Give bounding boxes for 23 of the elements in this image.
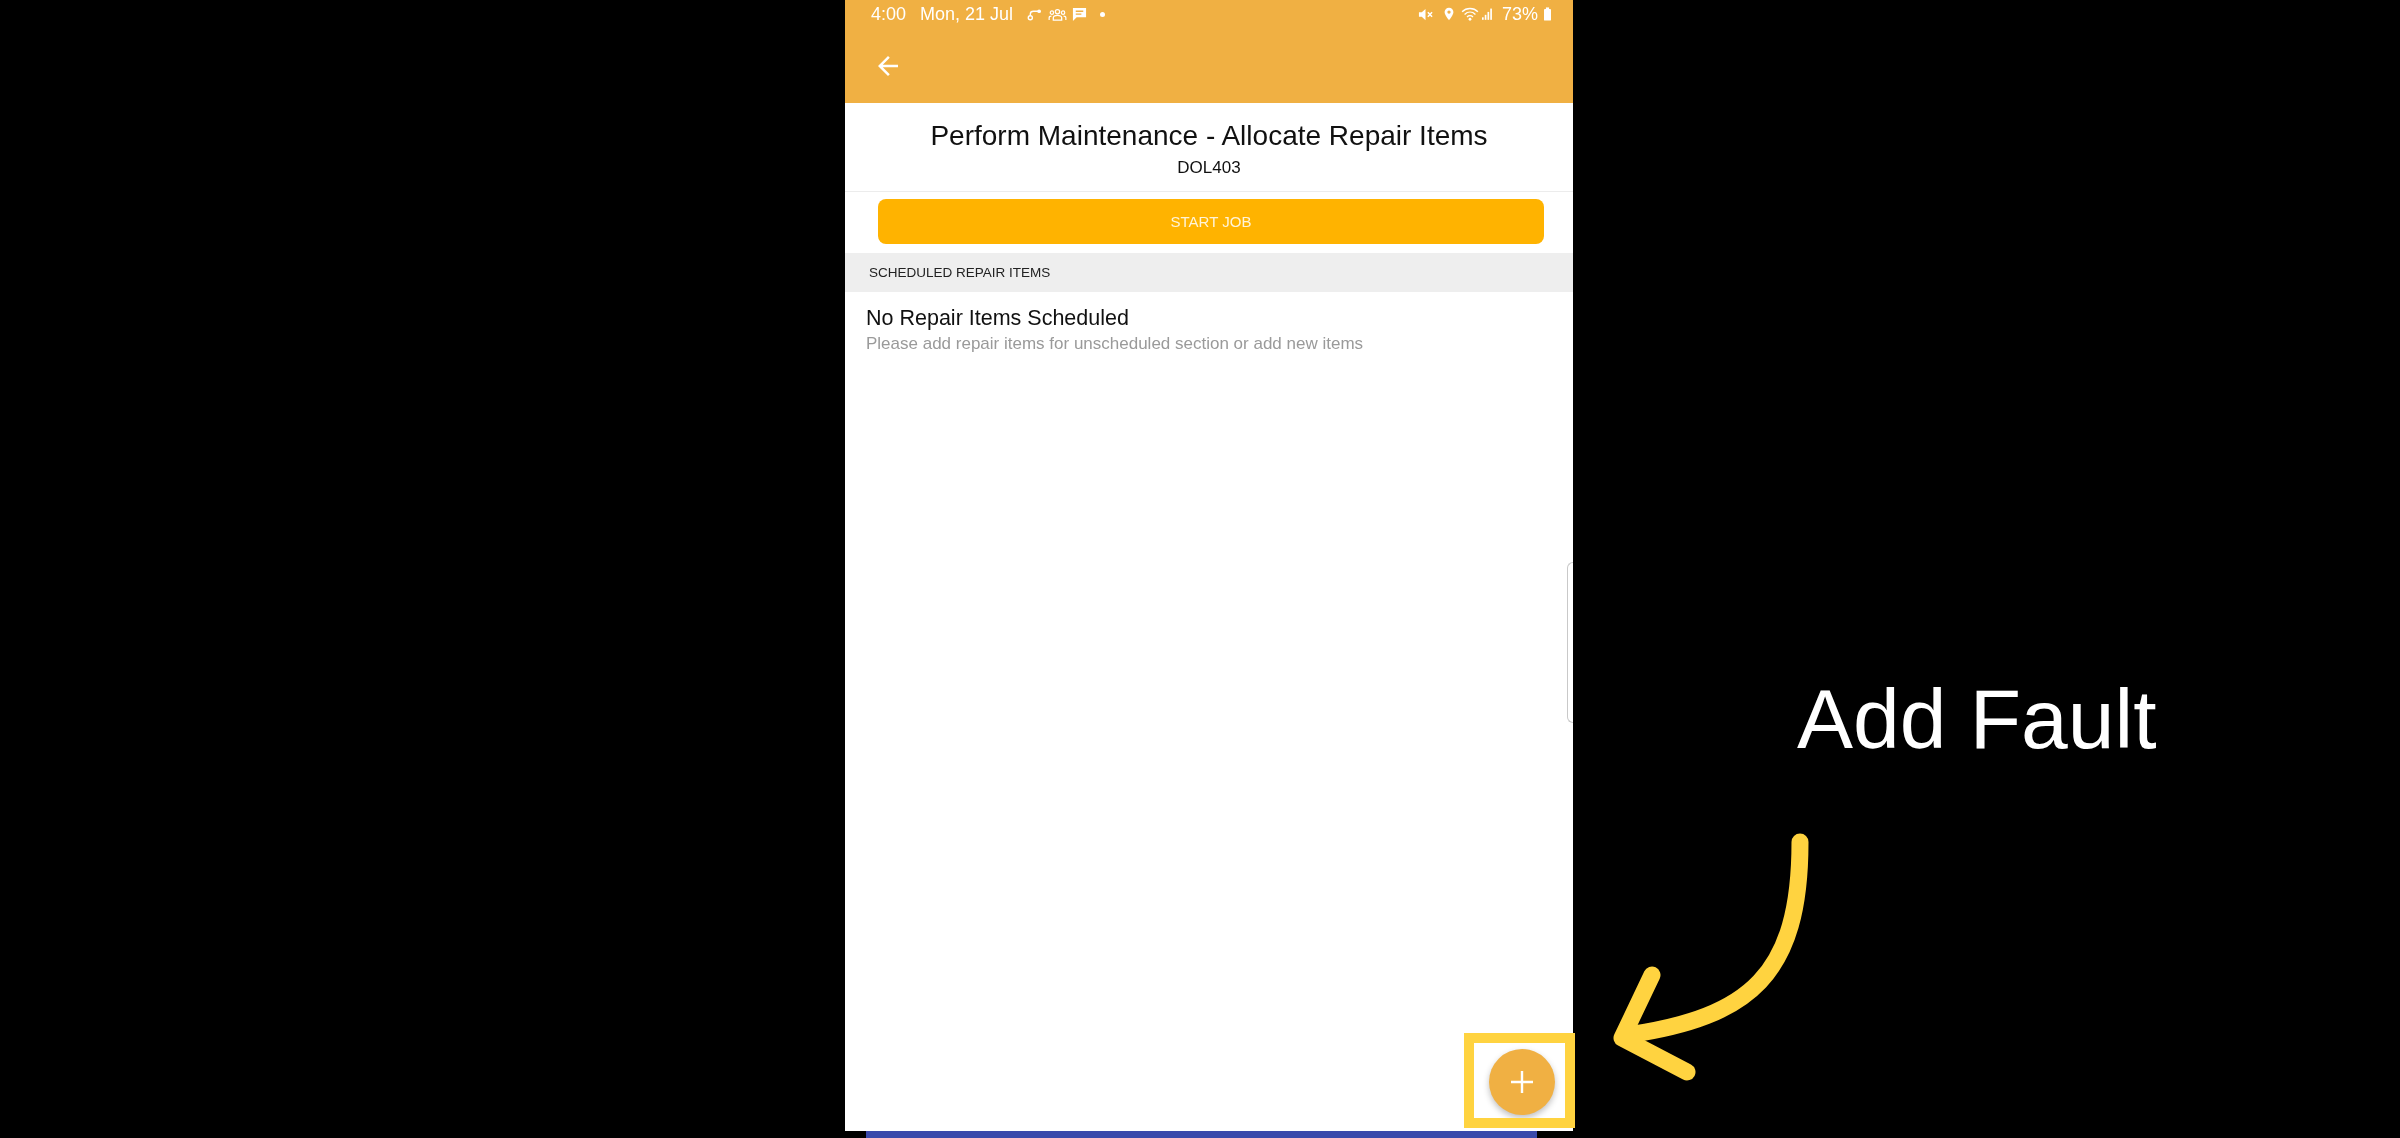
battery-icon [1544,7,1551,21]
battery-percent: 73% [1501,3,1538,25]
vehicle-code: DOL403 [1176,158,1242,178]
dot-icon [1100,11,1106,17]
page-title: Perform Maintenance - Allocate Repair Items [929,119,1489,153]
message-icon [1072,6,1088,22]
back-button[interactable] [877,54,899,77]
section-title: SCHEDULED REPAIR ITEMS [869,265,1051,280]
mute-icon [1417,6,1433,22]
people-icon [1048,7,1068,21]
wifi-icon [1460,7,1479,21]
plus-icon [1510,1070,1534,1094]
empty-state-title: No Repair Items Scheduled [866,305,1130,331]
location-pin-icon [1443,7,1454,21]
signal-icon [1481,8,1492,20]
branch-icon [1027,7,1043,21]
start-job-button[interactable]: START JOB [878,199,1544,244]
status-date: Mon, 21 Jul [920,3,1014,25]
status-time: 4:00 [871,3,907,25]
empty-state-message: Please add repair items for unscheduled section or add new items [866,333,1365,355]
add-button[interactable] [1489,1049,1555,1115]
back-arrow-icon [878,55,898,76]
callout-label: Add Fault [1797,677,2157,761]
